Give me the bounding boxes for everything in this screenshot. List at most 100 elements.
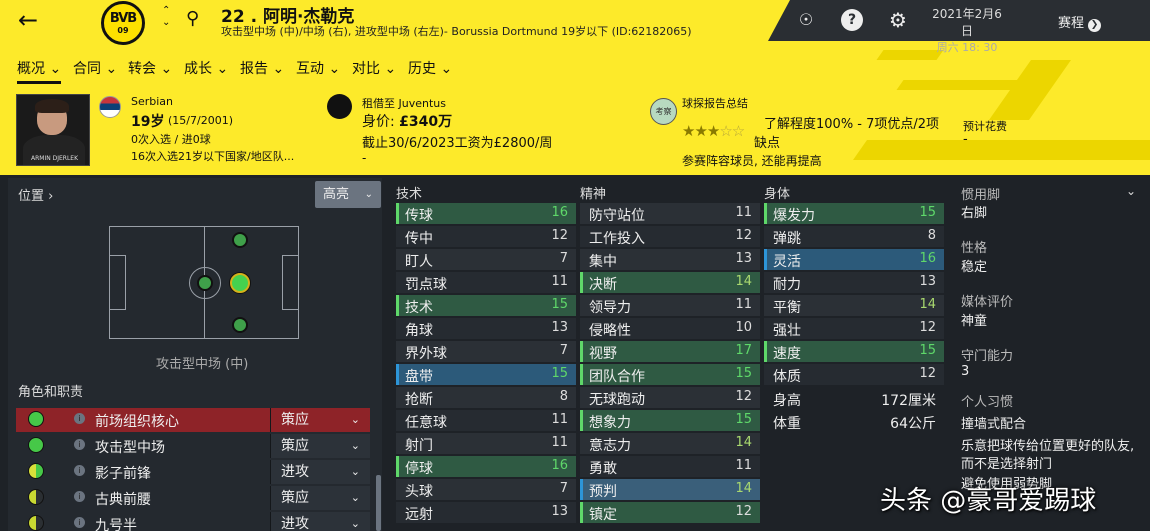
- duty-dropdown[interactable]: 策应 ⌄: [270, 434, 370, 458]
- attribute-row[interactable]: 侵略性 10: [580, 318, 760, 339]
- attribute-row[interactable]: 体质 12: [764, 364, 944, 385]
- attribute-row[interactable]: 意志力 14: [580, 433, 760, 454]
- attribute-value: 14: [919, 297, 936, 312]
- attribute-row[interactable]: 镇定 12: [580, 502, 760, 523]
- role-rating-icon: [28, 463, 44, 479]
- role-row[interactable]: i 前场组织核心 策应 ⌄: [16, 408, 370, 432]
- search-icon[interactable]: ⚲: [186, 8, 199, 29]
- tab-history[interactable]: 历史 ⌄: [408, 58, 452, 78]
- attribute-row[interactable]: 射门 11: [396, 433, 576, 454]
- tab-interaction[interactable]: 互动 ⌄: [296, 58, 340, 78]
- position-dot: [197, 275, 213, 291]
- tab-reports[interactable]: 报告 ⌄: [240, 58, 284, 78]
- attribute-row[interactable]: 想象力 15: [580, 410, 760, 431]
- attribute-row[interactable]: 决断 14: [580, 272, 760, 293]
- tab-development[interactable]: 成长 ⌄: [184, 58, 228, 78]
- duty-dropdown[interactable]: 进攻 ⌄: [270, 460, 370, 484]
- attribute-row[interactable]: 弹跳 8: [764, 226, 944, 247]
- role-row[interactable]: i 古典前腰 策应 ⌄: [16, 486, 370, 510]
- attribute-row[interactable]: 传中 12: [396, 226, 576, 247]
- tab-transfer[interactable]: 转会 ⌄: [128, 58, 172, 78]
- globe-icon[interactable]: ☉: [795, 9, 817, 31]
- attribute-name: 盘带: [405, 369, 433, 385]
- nationality[interactable]: Serbian: [131, 95, 173, 108]
- attribute-row[interactable]: 抢断 8: [396, 387, 576, 408]
- height-value: 172厘米: [881, 393, 936, 409]
- market-value: 身价: £340万: [362, 114, 453, 130]
- gear-icon[interactable]: ⚙: [887, 9, 909, 31]
- attribute-row[interactable]: 团队合作 15: [580, 364, 760, 385]
- attribute-name: 侵略性: [589, 323, 631, 339]
- duty-dropdown[interactable]: 策应 ⌄: [270, 408, 370, 432]
- attribute-row[interactable]: 界外球 7: [396, 341, 576, 362]
- attribute-value: 15: [551, 366, 568, 381]
- weight-label: 体重: [773, 416, 801, 432]
- tab-overview[interactable]: 概况 ⌄: [17, 58, 62, 84]
- attribute-row[interactable]: 远射 13: [396, 502, 576, 523]
- position-title[interactable]: 位置 ›: [18, 185, 53, 204]
- player-switch-icon[interactable]: ⌃ ⌄: [162, 5, 170, 29]
- attribute-row[interactable]: 平衡 14: [764, 295, 944, 316]
- attribute-row[interactable]: 角球 13: [396, 318, 576, 339]
- attribute-value: 15: [551, 297, 568, 312]
- attribute-row[interactable]: 罚点球 11: [396, 272, 576, 293]
- attribute-value: 8: [927, 228, 936, 243]
- role-row[interactable]: i 九号半 进攻 ⌄: [16, 512, 370, 531]
- main-position-dot: [230, 273, 250, 293]
- attribute-name: 角球: [405, 323, 433, 339]
- attribute-row[interactable]: 盯人 7: [396, 249, 576, 270]
- attribute-row[interactable]: 盘带 15: [396, 364, 576, 385]
- duty-dropdown[interactable]: 策应 ⌄: [270, 486, 370, 510]
- attribute-row[interactable]: 集中 13: [580, 249, 760, 270]
- roles-scrollbar[interactable]: [376, 475, 381, 531]
- attribute-row[interactable]: 强壮 12: [764, 318, 944, 339]
- duty-dropdown[interactable]: 进攻 ⌄: [270, 512, 370, 531]
- attribute-row[interactable]: 预判 14: [580, 479, 760, 500]
- gk-label: 守门能力: [961, 349, 1014, 364]
- game-date[interactable]: 2021年2月6日 周六 18: 30: [932, 5, 1002, 55]
- role-row[interactable]: i 影子前锋 进攻 ⌄: [16, 460, 370, 484]
- attribute-row[interactable]: 爆发力 15: [764, 203, 944, 224]
- attribute-row[interactable]: 停球 16: [396, 456, 576, 477]
- attribute-value: 13: [551, 504, 568, 519]
- fixtures-button[interactable]: 赛程 ❯: [1058, 12, 1102, 32]
- attribute-value: 11: [551, 274, 568, 289]
- help-icon[interactable]: ?: [841, 9, 863, 31]
- info-icon[interactable]: i: [74, 413, 85, 424]
- tab-contract[interactable]: 合同 ⌄: [73, 58, 117, 78]
- club-logo[interactable]: BVB 09: [101, 1, 145, 45]
- attribute-row[interactable]: 头球 7: [396, 479, 576, 500]
- role-row[interactable]: i 攻击型中场 策应 ⌄: [16, 434, 370, 458]
- attribute-row[interactable]: 领导力 11: [580, 295, 760, 316]
- attribute-row[interactable]: 无球跑动 12: [580, 387, 760, 408]
- info-icon[interactable]: i: [74, 491, 85, 502]
- scout-report-title[interactable]: 球探报告总结: [682, 95, 748, 111]
- loan-status[interactable]: 租借至 Juventus: [362, 95, 446, 111]
- attribute-name: 远射: [405, 507, 433, 523]
- attribute-name: 意志力: [589, 438, 631, 454]
- habit-item: 而不是选择射门: [961, 457, 1053, 472]
- attribute-value: 7: [559, 251, 568, 266]
- attribute-row[interactable]: 防守站位 11: [580, 203, 760, 224]
- attribute-row[interactable]: 技术 15: [396, 295, 576, 316]
- info-icon[interactable]: i: [74, 465, 85, 476]
- tab-compare[interactable]: 对比 ⌄: [352, 58, 396, 78]
- attribute-row[interactable]: 耐力 13: [764, 272, 944, 293]
- attribute-row[interactable]: 传球 16: [396, 203, 576, 224]
- chevron-down-icon[interactable]: ⌄: [1126, 184, 1136, 198]
- attribute-row[interactable]: 勇敢 11: [580, 456, 760, 477]
- attribute-name: 罚点球: [405, 277, 447, 293]
- position-name: 攻击型中场 (中): [156, 357, 249, 372]
- attribute-row[interactable]: 速度 15: [764, 341, 944, 362]
- attribute-row[interactable]: 工作投入 12: [580, 226, 760, 247]
- attribute-name: 工作投入: [589, 231, 645, 247]
- info-icon[interactable]: i: [74, 439, 85, 450]
- attribute-row[interactable]: 任意球 11: [396, 410, 576, 431]
- attribute-row[interactable]: 灵活 16: [764, 249, 944, 270]
- highlight-dropdown[interactable]: 高亮 ⌄: [315, 181, 381, 208]
- attribute-name: 头球: [405, 484, 433, 500]
- date-text: 2021年2月6日: [932, 7, 1002, 38]
- info-icon[interactable]: i: [74, 517, 85, 528]
- back-arrow-icon[interactable]: ←: [18, 8, 38, 32]
- attribute-row[interactable]: 视野 17: [580, 341, 760, 362]
